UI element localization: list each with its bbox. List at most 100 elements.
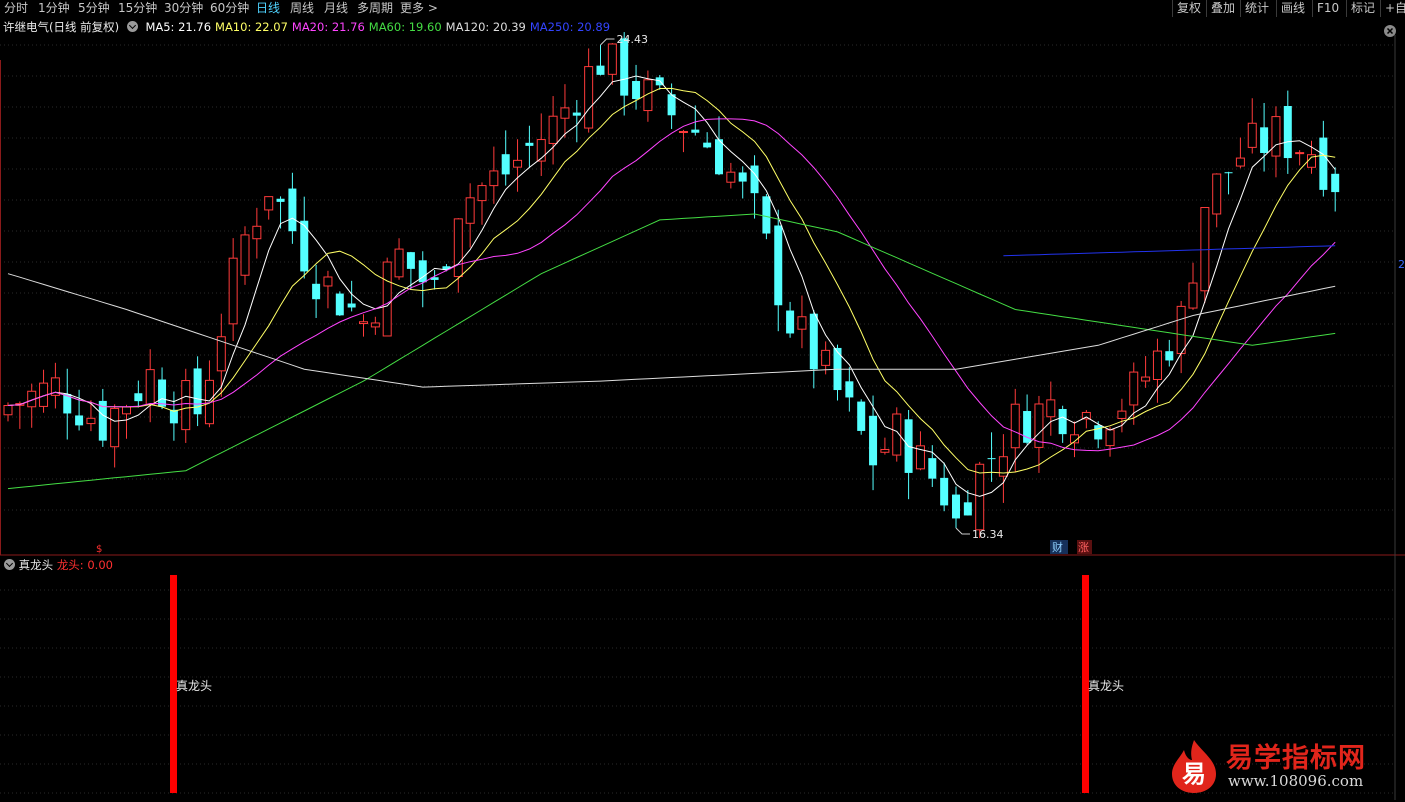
svg-text:易: 易 — [1182, 760, 1206, 788]
candle-up — [1129, 371, 1139, 406]
candle-down — [845, 381, 854, 398]
candle-down — [525, 142, 534, 146]
candle-down — [786, 310, 795, 334]
candle-up — [489, 170, 499, 187]
f10-button[interactable]: F10 — [1312, 0, 1343, 17]
candle-up — [181, 380, 191, 431]
candle-down — [963, 502, 972, 516]
add-watchlist-button[interactable]: +自选 — [1380, 0, 1405, 17]
ma60-line — [7, 213, 1336, 490]
tab-weekly[interactable]: 周线 — [290, 0, 314, 17]
candle-up — [359, 321, 368, 325]
candle-down — [134, 393, 143, 402]
tab-more[interactable]: 更多 > — [400, 0, 438, 17]
candle-down — [572, 112, 581, 116]
candle-down — [1260, 127, 1269, 153]
candle-up — [477, 185, 487, 202]
candle-up — [1105, 429, 1115, 447]
candle-down — [667, 94, 676, 116]
candle-down — [1331, 173, 1340, 193]
candle-up — [1247, 122, 1257, 148]
flame-logo-icon: 易 — [1172, 740, 1216, 793]
candle-down — [857, 401, 866, 431]
fuquan-button[interactable]: 复权 — [1172, 0, 1205, 17]
candle-down — [620, 38, 629, 96]
sub-indicator-value: 龙头: 0.00 — [56, 558, 113, 572]
candle-down — [406, 252, 415, 269]
logo-url: www.108096.com — [1228, 772, 1364, 790]
candle-up — [1117, 410, 1127, 419]
candle-down — [1165, 351, 1174, 361]
candle-down — [928, 458, 937, 479]
candle-up — [1046, 399, 1056, 418]
tab-multi-period[interactable]: 多周期 — [357, 0, 393, 17]
candle-down — [952, 494, 960, 519]
candle-up — [607, 43, 617, 75]
stats-button[interactable]: 统计 — [1240, 0, 1273, 17]
candle-down — [715, 139, 723, 175]
zhang-event-mark: 涨 — [1078, 541, 1089, 554]
candle-down — [158, 379, 167, 407]
candle-down — [632, 81, 641, 100]
candle-down — [774, 225, 783, 306]
ma250-line — [1003, 245, 1336, 257]
chevron-down-icon[interactable] — [4, 559, 15, 570]
candle-up — [1176, 305, 1186, 355]
candle-up — [110, 407, 120, 448]
tab-1min[interactable]: 1分钟 — [38, 0, 70, 17]
candle-up — [86, 417, 96, 425]
candle-down — [1094, 425, 1103, 440]
candle-down — [1224, 172, 1233, 174]
candle-up — [122, 406, 131, 415]
s-event-mark: $ — [96, 544, 102, 555]
candle-down — [335, 293, 344, 316]
overlay-button[interactable]: 叠加 — [1206, 0, 1239, 17]
candle-up — [252, 225, 262, 240]
tab-5min[interactable]: 5分钟 — [78, 0, 110, 17]
candle-up — [1141, 376, 1151, 382]
candle-up — [513, 159, 523, 168]
right-axis-label: 2 — [1398, 258, 1405, 271]
candle-up — [3, 405, 13, 416]
tab-60min[interactable]: 60分钟 — [210, 0, 249, 17]
candle-up — [1271, 116, 1281, 157]
tab-fenshi[interactable]: 分时 — [4, 0, 28, 17]
candle-up — [1152, 350, 1162, 380]
watermark-logo: 易 易学指标网 www.108096.com — [1168, 736, 1398, 798]
ma5-line — [7, 75, 1336, 497]
draw-line-button[interactable]: 画线 — [1276, 0, 1309, 17]
candle-up — [584, 66, 594, 129]
candle-up — [726, 171, 736, 183]
candle-down — [869, 415, 878, 466]
logo-title: 易学指标网 — [1226, 743, 1366, 774]
tab-monthly[interactable]: 月线 — [324, 0, 348, 17]
candle-up — [240, 234, 250, 276]
mark-button[interactable]: 标记 — [1346, 0, 1379, 17]
candle-up — [323, 276, 333, 287]
candle-down — [312, 283, 321, 300]
candle-up — [975, 463, 985, 531]
candle-down — [1319, 137, 1328, 190]
candle-up — [145, 369, 155, 406]
signal-caption-2: 真龙头 — [1088, 679, 1125, 693]
candle-up — [394, 248, 404, 278]
candle-down — [940, 477, 949, 506]
candle-down — [1283, 105, 1292, 159]
candle-up — [797, 316, 807, 330]
candle-down — [1058, 408, 1067, 435]
candle-down — [691, 129, 700, 133]
candle-down — [809, 313, 818, 370]
signal-caption-1: 真龙头 — [176, 679, 213, 693]
candle-up — [1188, 282, 1198, 309]
candle-up — [453, 218, 463, 278]
candle-up — [880, 448, 890, 453]
candle-up — [1212, 173, 1222, 215]
candle-down — [987, 458, 996, 460]
tab-30min[interactable]: 30分钟 — [164, 0, 203, 17]
candle-down — [596, 65, 605, 75]
candle-up — [678, 131, 688, 134]
tab-daily[interactable]: 日线 — [256, 0, 280, 17]
candle-down — [750, 165, 759, 194]
tab-15min[interactable]: 15分钟 — [118, 0, 157, 17]
candle-up — [228, 257, 238, 325]
